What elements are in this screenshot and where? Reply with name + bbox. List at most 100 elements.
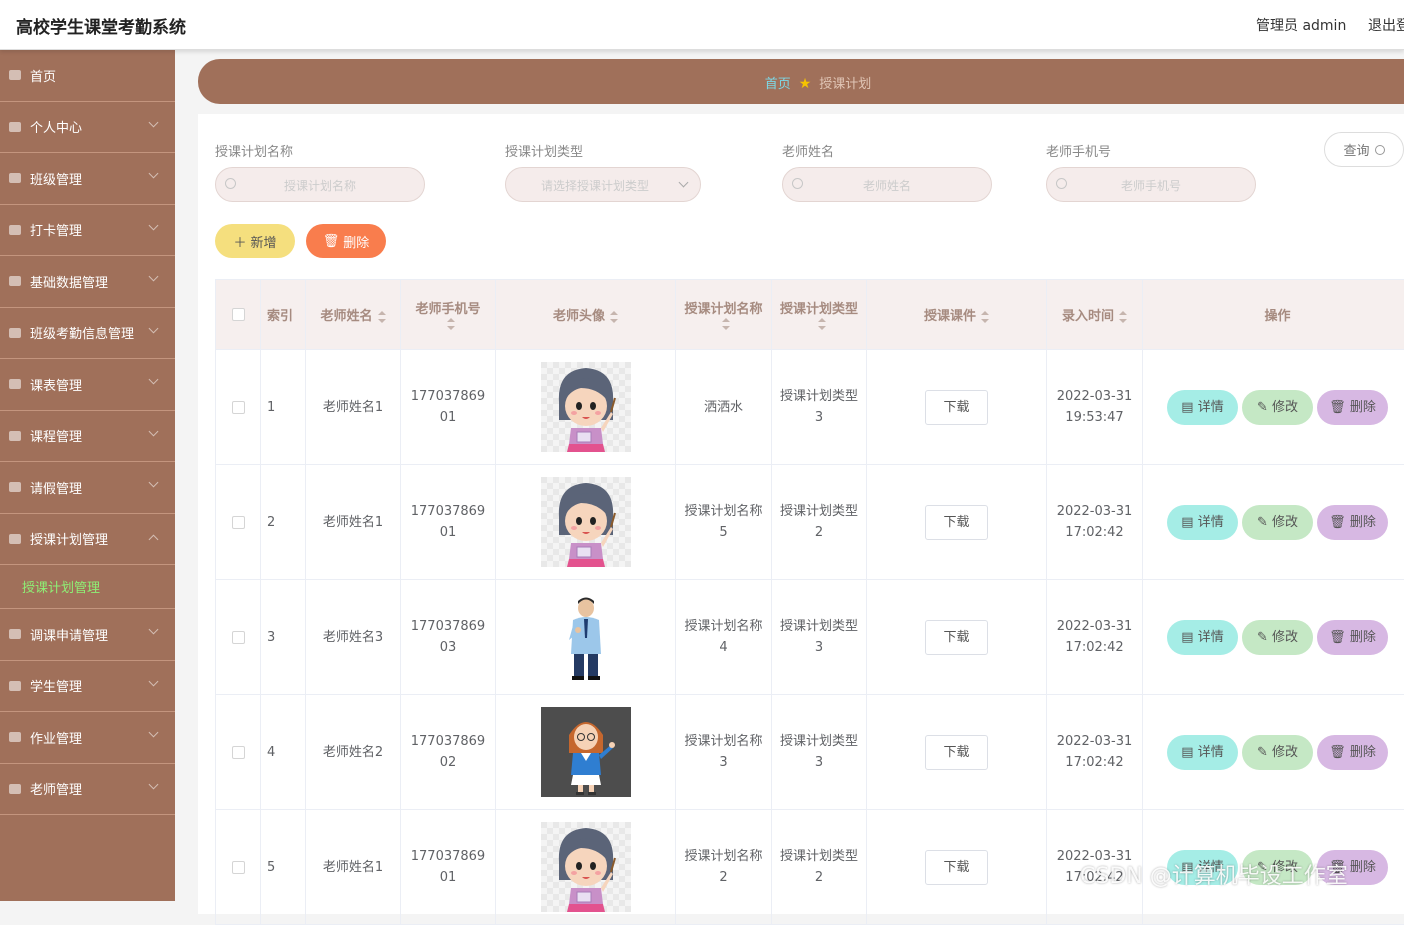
sidebar-item-0[interactable]: 首页 [0,50,175,102]
download-button[interactable]: 下载 [925,735,988,770]
col-phone[interactable]: 老师手机号 [401,280,496,350]
main-area: 首页★授课计划 授课计划名称 授课计划名称 授课计划类型 请选择授课计划类型 老… [198,58,1404,901]
sort-icon[interactable] [1119,311,1127,323]
sidebar-item-10[interactable]: 调课申请管理 [0,609,175,661]
sidebar-item-label: 授课计划管理 [30,529,108,548]
chevron-icon [149,323,159,333]
message-icon [9,276,21,286]
select-all-checkbox[interactable] [232,308,245,321]
row-checkbox[interactable] [232,861,245,874]
download-button[interactable]: 下载 [925,505,988,540]
query-button[interactable]: 查询 [1324,132,1404,167]
download-button[interactable]: 下载 [925,620,988,655]
sidebar-item-label: 学生管理 [30,676,82,695]
detail-button[interactable]: ▤ 详情 [1167,735,1238,770]
chevron-icon [149,169,159,179]
chevron-icon [149,220,159,230]
avatar-cell [496,465,676,580]
row-checkbox[interactable] [232,631,245,644]
top-bar: 高校学生课堂考勤系统 管理员 admin 退出登录 [0,0,1404,50]
add-button[interactable]: ＋ 新增 [215,224,295,258]
avatar[interactable] [541,477,631,567]
sort-icon[interactable] [722,318,730,330]
sort-icon[interactable] [610,311,618,323]
plan-name-input[interactable]: 授课计划名称 [215,167,425,202]
edit-button[interactable]: ✎ 修改 [1242,505,1313,540]
col-avatar[interactable]: 老师头像 [496,280,676,350]
sort-icon[interactable] [378,311,386,323]
table-header-row: 索引 老师姓名 老师手机号 老师头像 授课计划名称 授课计划类型 授课课件 录入… [216,280,1404,350]
avatar[interactable] [541,822,631,912]
sidebar-item-5[interactable]: 班级考勤信息管理 [0,308,175,360]
sidebar-item-label: 个人中心 [30,117,82,136]
plan-type-select[interactable]: 请选择授课计划类型 [505,167,701,202]
row-select-cell[interactable] [216,580,261,695]
col-time[interactable]: 录入时间 [1047,280,1143,350]
sidebar-item-11[interactable]: 学生管理 [0,661,175,713]
sidebar-item-label: 请假管理 [30,478,82,497]
logout-link[interactable]: 退出登录 [1368,15,1404,35]
col-teacher-name[interactable]: 老师姓名 [306,280,401,350]
sidebar-item-label: 首页 [30,66,56,85]
row-checkbox[interactable] [232,401,245,414]
row-select-cell[interactable] [216,695,261,810]
sidebar-item-12[interactable]: 作业管理 [0,712,175,764]
document-icon: ▤ [1181,515,1197,530]
sidebar-item-7[interactable]: 课程管理 [0,411,175,463]
row-checkbox[interactable] [232,746,245,759]
query-label: 查询 [1343,140,1369,159]
breadcrumb-home[interactable]: 首页 [765,77,791,92]
teacher-name-input[interactable]: 老师姓名 [782,167,992,202]
avatar[interactable] [541,707,631,797]
teacher-name-cell: 老师姓名1 [306,465,401,580]
chevron-icon [149,478,159,488]
sidebar-item-8[interactable]: 请假管理 [0,462,175,514]
delete-button[interactable]: 🗑 删除 [1317,390,1388,425]
detail-button[interactable]: ▤ 详情 [1167,505,1238,540]
teacher-phone-input[interactable]: 老师手机号 [1046,167,1256,202]
sort-icon[interactable] [818,318,826,330]
teacher-name-cell: 老师姓名1 [306,350,401,465]
video-icon [9,784,21,794]
avatar[interactable] [541,592,631,682]
row-select-cell[interactable] [216,465,261,580]
sidebar-item-4[interactable]: 基础数据管理 [0,256,175,308]
edit-button[interactable]: ✎ 修改 [1242,620,1313,655]
sort-icon[interactable] [447,318,455,330]
edit-button[interactable]: ✎ 修改 [1242,735,1313,770]
delete-button[interactable]: 🗑 删除 [1317,620,1388,655]
chevron-icon [149,534,159,544]
plan-type-cell: 授课计划类型2 [772,465,867,580]
sidebar-subitem-active[interactable]: 授课计划管理 [0,565,175,609]
sidebar-item-13[interactable]: 老师管理 [0,764,175,816]
sidebar-item-3[interactable]: 打卡管理 [0,205,175,257]
detail-button[interactable]: ▤ 详情 [1167,390,1238,425]
row-select-cell[interactable] [216,810,261,925]
row-select-cell[interactable] [216,350,261,465]
sidebar-item-6[interactable]: 课表管理 [0,359,175,411]
delete-label: 删除 [343,232,369,251]
delete-button[interactable]: 🗑 删除 [1317,735,1388,770]
sort-icon[interactable] [981,311,989,323]
sidebar-item-9[interactable]: 授课计划管理 [0,514,175,566]
batch-delete-button[interactable]: 🗑 删除 [306,224,386,258]
col-plan-type[interactable]: 授课计划类型 [772,280,867,350]
edit-button[interactable]: ✎ 修改 [1242,390,1313,425]
sidebar-item-2[interactable]: 班级管理 [0,153,175,205]
phone-icon [9,482,21,492]
index-cell: 1 [261,350,306,465]
download-button[interactable]: 下载 [925,390,988,425]
download-button[interactable]: 下载 [925,850,988,885]
select-all-cell[interactable] [216,280,261,350]
detail-button[interactable]: ▤ 详情 [1167,620,1238,655]
avatar[interactable] [541,362,631,452]
copy-icon [9,732,21,742]
col-plan-name[interactable]: 授课计划名称 [676,280,772,350]
watermark: CSDN @计算机毕设工作室 [1080,858,1348,890]
chevron-icon [149,117,159,127]
row-checkbox[interactable] [232,516,245,529]
plan-name-cell: 洒洒水 [676,350,772,465]
col-courseware[interactable]: 授课课件 [867,280,1047,350]
sidebar-item-1[interactable]: 个人中心 [0,102,175,154]
delete-button[interactable]: 🗑 删除 [1317,505,1388,540]
